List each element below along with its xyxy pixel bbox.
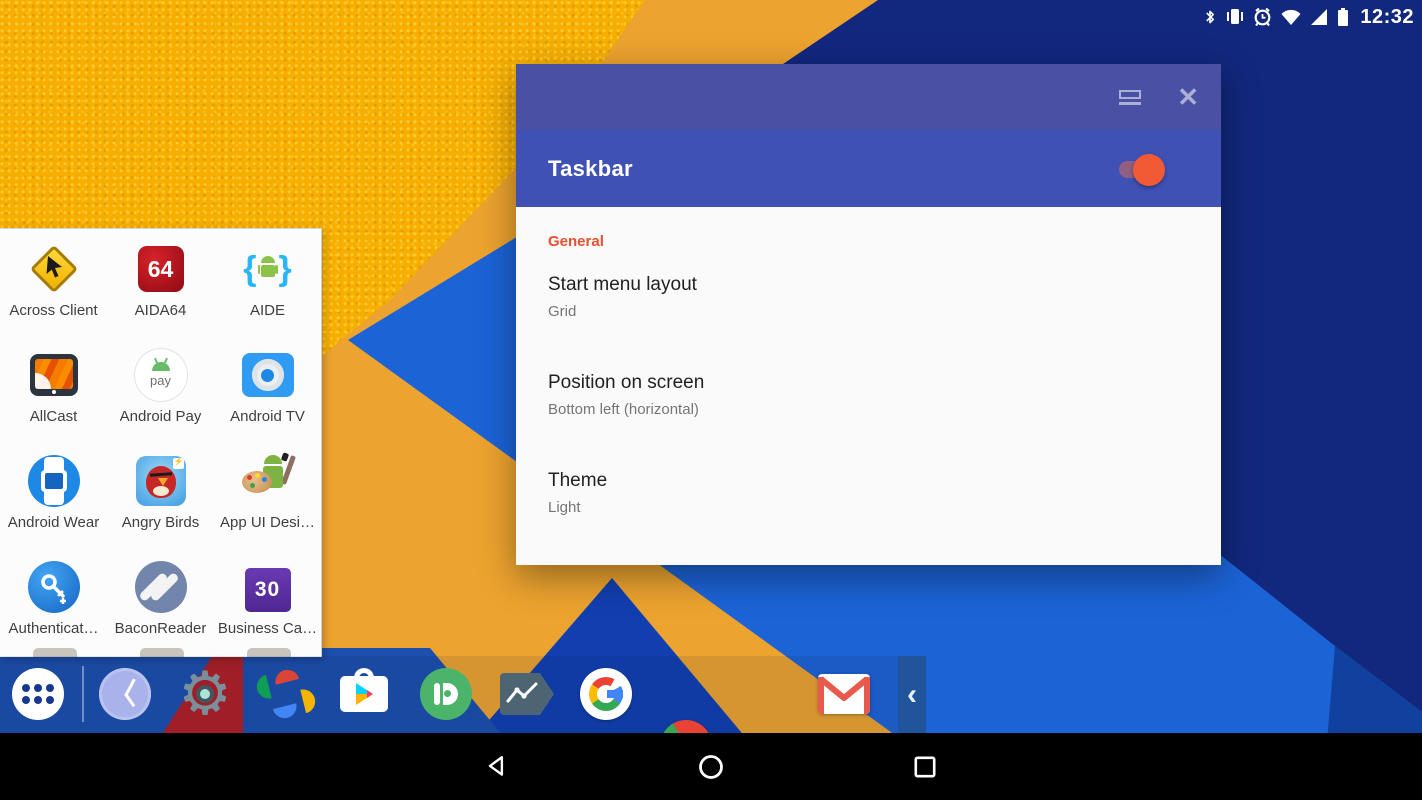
app-label: Android Pay [120,408,202,425]
status-bar: 12:32 [1202,0,1414,34]
across-client-icon [26,241,82,297]
setting-title: Position on screen [548,372,1189,394]
navigation-bar [0,733,1422,800]
android-pay-icon: pay [133,347,189,403]
home-button[interactable] [671,733,751,800]
app-android-pay[interactable]: pay Android Pay [107,339,214,442]
business-calendar-icon: 30 [240,559,296,615]
app-label: AllCast [30,408,78,425]
aide-icon: { } [240,241,296,297]
app-aida64[interactable]: 64 AIDA64 [107,233,214,336]
play-console-icon[interactable] [500,668,552,720]
setting-value: Light [548,499,1189,516]
app-android-tv[interactable]: Android TV [214,339,321,442]
aida64-icon: 64 [133,241,189,297]
taskbar-settings-window: ✕ Taskbar General Start menu layout Grid… [516,64,1221,565]
bluetooth-icon [1202,6,1218,28]
app-label: Across Client [9,302,97,319]
setting-title: Start menu layout [548,274,1189,296]
app-allcast[interactable]: AllCast [0,339,107,442]
app-business-calendar[interactable]: 30 Business Ca… [214,551,321,654]
setting-theme[interactable]: Theme Light [548,470,1189,516]
baconreader-icon [133,559,189,615]
angry-birds-icon [133,453,189,509]
app-ui-designer-icon [240,453,296,509]
play-store-icon[interactable] [340,668,392,720]
settings-app-icon[interactable]: ⚙ [179,668,231,720]
app-authenticator[interactable]: Authenticat… [0,551,107,654]
battery-icon [1336,6,1350,28]
google-photos-icon[interactable] [260,668,312,720]
app-app-ui-designer[interactable]: App UI Desi… [214,445,321,548]
signal-icon [1309,7,1329,27]
taskbar-enable-toggle[interactable] [1119,154,1165,184]
wifi-icon [1280,7,1302,27]
android-wear-icon [26,453,82,509]
setting-title: Theme [548,470,1189,492]
setting-value: Bottom left (horizontal) [548,401,1189,418]
app-across-client[interactable]: Across Client [0,233,107,336]
taskbar-divider [82,666,84,722]
toggle-thumb [1133,154,1165,186]
app-label: Android TV [230,408,305,425]
clock-app-icon[interactable] [99,668,151,720]
app-baconreader[interactable]: BaconReader [107,551,214,654]
start-menu-grid: Across Client 64 AIDA64 { } AIDE AllCast [0,228,322,657]
app-label: Android Wear [8,514,99,531]
recents-button[interactable] [885,733,965,800]
android-tv-icon [240,347,296,403]
app-android-wear[interactable]: Android Wear [0,445,107,548]
app-angry-birds[interactable]: Angry Birds [107,445,214,548]
close-button[interactable]: ✕ [1177,84,1199,110]
app-label: AIDA64 [135,302,187,319]
maximize-button[interactable] [1119,90,1141,105]
app-label: Authenticat… [8,620,98,637]
settings-list: General Start menu layout Grid Position … [516,207,1221,565]
status-time: 12:32 [1360,6,1414,29]
authenticator-icon [26,559,82,615]
back-button[interactable] [457,733,537,800]
app-aide[interactable]: { } AIDE [214,233,321,336]
window-caption-bar[interactable]: ✕ [516,64,1221,130]
setting-value: Grid [548,303,1189,320]
alarm-icon [1252,6,1273,28]
vibrate-icon [1225,6,1245,28]
app-label: Angry Birds [122,514,200,531]
section-header-general: General [548,233,1189,250]
app-label: App UI Desi… [220,514,315,531]
pushbullet-icon[interactable] [420,668,472,720]
app-label: BaconReader [115,620,207,637]
setting-position-on-screen[interactable]: Position on screen Bottom left (horizont… [548,372,1189,418]
app-label: AIDE [250,302,285,319]
all-apps-button[interactable] [12,668,64,720]
app-label: Business Ca… [218,620,317,637]
app-title: Taskbar [548,156,633,182]
chevron-left-icon: ‹ [907,680,917,710]
android-screen: 12:32 ✕ Taskbar General Start menu layou… [0,0,1422,800]
allcast-icon [26,347,82,403]
google-app-icon[interactable] [580,668,632,720]
gmail-icon[interactable] [818,668,870,720]
setting-start-menu-layout[interactable]: Start menu layout Grid [548,274,1189,320]
app-toolbar: Taskbar [516,130,1221,207]
taskbar-collapse-button[interactable]: ‹ [898,656,926,733]
